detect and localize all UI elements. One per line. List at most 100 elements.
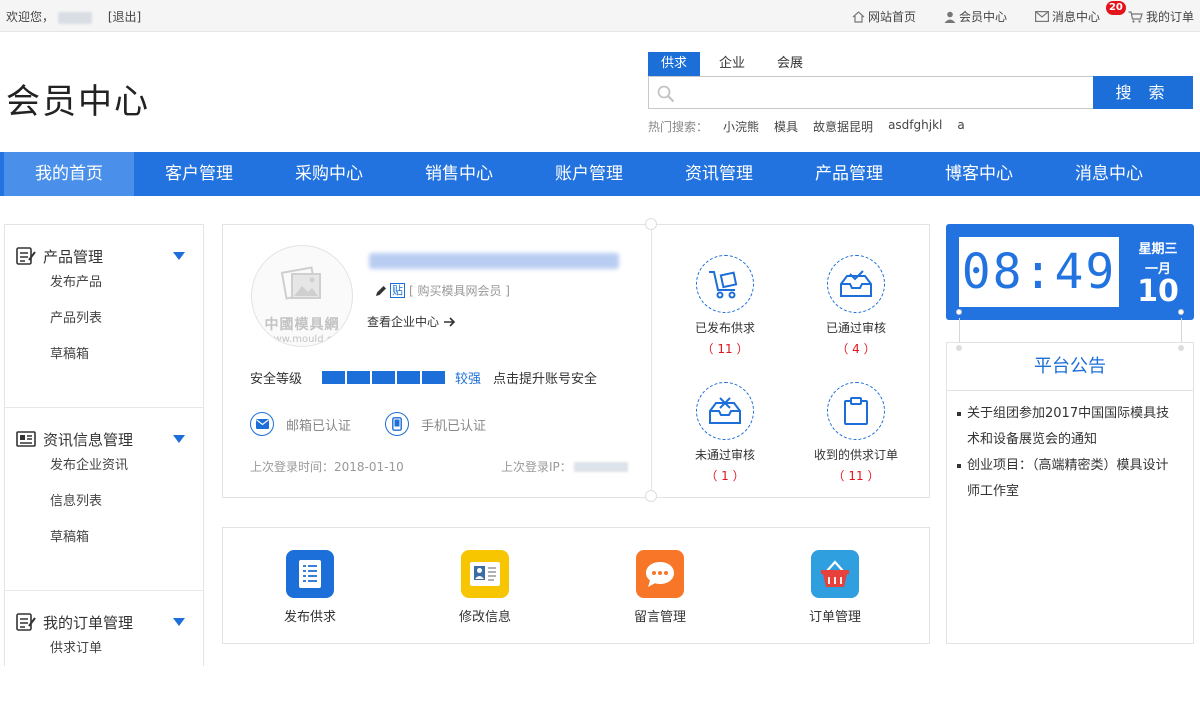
- search-tab-supply[interactable]: 供求: [648, 52, 700, 76]
- avatar[interactable]: 中國模具網 www.mould.cn: [251, 245, 353, 347]
- nav-item-messages[interactable]: 消息中心: [1044, 152, 1174, 196]
- sidebar-group-header[interactable]: 资讯信息管理: [5, 408, 203, 470]
- nav-item-sales[interactable]: 销售中心: [394, 152, 524, 196]
- nav-item-home[interactable]: 我的首页: [4, 152, 134, 196]
- quick-label: 订单管理: [808, 610, 861, 625]
- view-company-link[interactable]: 查看企业中心: [367, 313, 457, 330]
- email-verified-label: 邮箱已认证: [286, 418, 352, 434]
- buy-membership-link[interactable]: [ 购买模具网会员 ]: [409, 282, 510, 299]
- clock-day: 10: [1137, 274, 1179, 309]
- view-company-label: 查看企业中心: [367, 315, 440, 329]
- basket-icon: [821, 560, 849, 587]
- sidebar-group-orders: 我的订单管理 供求订单: [5, 591, 203, 701]
- rejected-tray-icon: [709, 397, 741, 424]
- search-icon: [657, 85, 675, 103]
- hot-search-item[interactable]: 模具: [774, 118, 798, 135]
- username-redacted: [58, 11, 93, 24]
- platform-notice: 平台公告 关于组团参加2017中国国际模具技术和设备展览会的通知 创业项目：（高…: [946, 342, 1194, 644]
- sidebar-item[interactable]: 信息列表: [5, 492, 203, 528]
- pencil-icon[interactable]: [375, 285, 387, 297]
- stat-approved[interactable]: 已通过审核 （ 4 ）: [791, 255, 921, 357]
- stat-icon-circle: [696, 255, 754, 313]
- nav-item-account[interactable]: 账户管理: [524, 152, 654, 196]
- nav-item-customers[interactable]: 客户管理: [134, 152, 264, 196]
- hot-search-item[interactable]: a: [957, 118, 964, 135]
- news-icon: [16, 431, 36, 447]
- phone-icon: [392, 417, 402, 431]
- quick-actions: 发布供求 修改信息 留言管理 订单管理: [222, 527, 930, 644]
- notice-title: 平台公告: [947, 343, 1193, 391]
- stat-published[interactable]: 已发布供求 （ 11 ）: [660, 255, 790, 357]
- nav-item-news[interactable]: 资讯管理: [654, 152, 784, 196]
- hot-search-item[interactable]: 故意据昆明: [813, 118, 873, 135]
- quick-edit-info[interactable]: 修改信息: [425, 550, 545, 625]
- approved-tray-icon: [840, 270, 872, 297]
- search-tab-company[interactable]: 企业: [706, 52, 758, 76]
- stat-icon-circle: [827, 255, 885, 313]
- chat-bubble-icon: [646, 562, 674, 587]
- search-area: 供求 企业 会展 搜 索 热门搜索： 小浣熊 模具 故意据昆明 asdfghjk…: [648, 52, 1193, 135]
- nav-item-purchasing[interactable]: 采购中心: [264, 152, 394, 196]
- verification-status: 邮箱已认证 手机已认证: [250, 412, 520, 436]
- quick-icon-tile: [636, 550, 684, 598]
- top-link-member[interactable]: 会员中心: [944, 8, 1007, 25]
- search-input[interactable]: [648, 76, 1093, 109]
- hot-search-label: 热门搜索：: [648, 120, 709, 134]
- clock-weekday: 星期三: [1138, 242, 1178, 257]
- nav-item-blog[interactable]: 博客中心: [914, 152, 1044, 196]
- security-bar: [322, 371, 346, 384]
- quick-label: 修改信息: [458, 610, 511, 625]
- sidebar-item[interactable]: 草稿箱: [5, 345, 203, 381]
- security-level: 安全等级 较强 点击提升账号安全: [250, 368, 597, 387]
- improve-security-link[interactable]: 点击提升账号安全: [493, 368, 597, 387]
- notice-item[interactable]: 关于组团参加2017中国国际模具技术和设备展览会的通知: [957, 401, 1181, 453]
- sidebar-group-header[interactable]: 我的订单管理: [5, 591, 203, 653]
- top-link-messages[interactable]: 消息中心 20: [1034, 1, 1126, 25]
- hot-search-item[interactable]: 小浣熊: [723, 118, 759, 135]
- hot-searches: 热门搜索： 小浣熊 模具 故意据昆明 asdfghjkl a: [648, 118, 1193, 135]
- stat-rejected[interactable]: 未通过审核 （ 1 ）: [660, 382, 790, 484]
- nav-item-products[interactable]: 产品管理: [784, 152, 914, 196]
- logout-link[interactable]: [退出]: [108, 10, 141, 24]
- top-bar: 欢迎您， [退出] 网站首页 会员中心 消息中心 20 我的订单: [0, 0, 1200, 32]
- hot-search-item[interactable]: asdfghjkl: [888, 118, 942, 135]
- last-login-time: 上次登录时间：2018-01-10: [250, 458, 404, 475]
- search-button[interactable]: 搜 索: [1093, 76, 1193, 109]
- tie-badge: 贴: [390, 283, 405, 298]
- quick-publish-supply[interactable]: 发布供求: [250, 550, 370, 625]
- stat-count: （ 11 ）: [832, 469, 880, 483]
- profile-card: 中國模具網 www.mould.cn 贴 [ 购买模具网会员 ] 查看企业中心 …: [222, 218, 930, 502]
- search-tab-exhibition[interactable]: 会展: [764, 52, 816, 76]
- page-title: 会员中心: [6, 82, 150, 122]
- divider-knob-bottom: [645, 490, 657, 502]
- stat-icon-circle: [696, 382, 754, 440]
- top-link-home[interactable]: 网站首页: [852, 8, 916, 25]
- company-name-redacted[interactable]: [369, 253, 619, 269]
- top-link-label: 网站首页: [867, 10, 916, 24]
- stat-orders-received[interactable]: 收到的供求订单 （ 11 ）: [791, 382, 921, 484]
- quick-label: 发布供求: [283, 610, 336, 625]
- top-link-label: 会员中心: [958, 10, 1007, 24]
- caret-down-icon: [173, 435, 185, 443]
- avatar-url-text: www.mould.cn: [265, 334, 339, 345]
- notice-item[interactable]: 创业项目：（高端精密类）模具设计师工作室: [957, 453, 1181, 505]
- stat-count: （ 1 ）: [705, 469, 745, 483]
- last-ip-label: 上次登录IP：: [501, 460, 572, 474]
- stat-label: 收到的供求订单: [813, 448, 898, 462]
- buy-membership: 贴 [ 购买模具网会员 ]: [375, 282, 510, 299]
- ip-redacted: [573, 461, 628, 472]
- top-links: 网站首页 会员中心 消息中心 20 我的订单: [824, 1, 1194, 25]
- sidebar-group-title: 资讯信息管理: [43, 430, 134, 449]
- last-login-date: 2018-01-10: [334, 460, 404, 474]
- phone-verified-label: 手机已认证: [421, 418, 487, 434]
- sidebar-item[interactable]: 草稿箱: [5, 528, 203, 564]
- quick-icon-tile: [461, 550, 509, 598]
- quick-message-mgmt[interactable]: 留言管理: [600, 550, 720, 625]
- email-circle: [250, 412, 274, 436]
- top-link-orders[interactable]: 我的订单: [1128, 8, 1194, 25]
- sidebar-item[interactable]: 产品列表: [5, 309, 203, 345]
- document-list-icon: [299, 560, 321, 588]
- header: 会员中心 供求 企业 会展 搜 索 热门搜索： 小浣熊 模具 故意据昆明 asd…: [0, 32, 1200, 152]
- quick-order-mgmt[interactable]: 订单管理: [775, 550, 895, 625]
- sidebar-group-header[interactable]: 产品管理: [5, 225, 203, 287]
